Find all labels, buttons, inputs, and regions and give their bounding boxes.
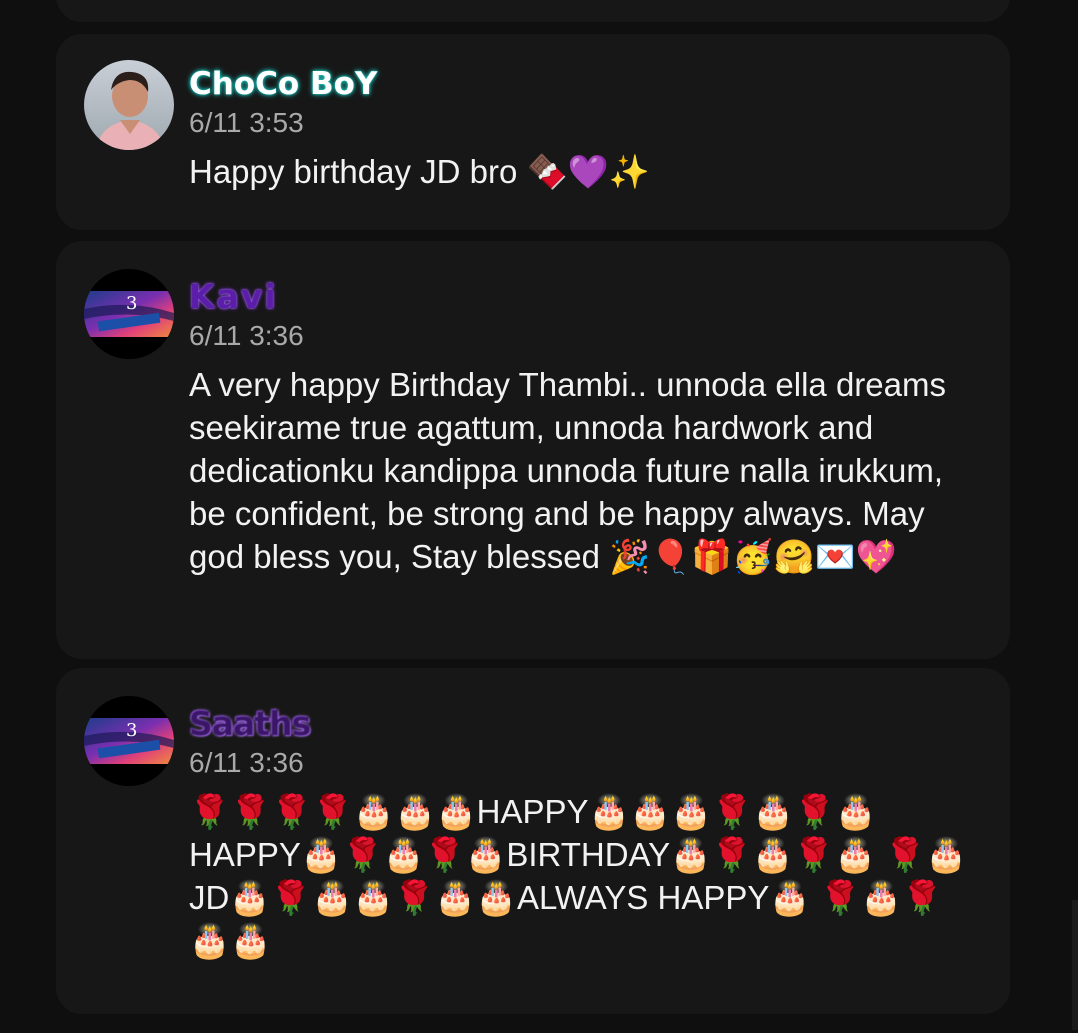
user-photo-avatar-icon: [84, 60, 174, 150]
avatar[interactable]: [84, 60, 174, 150]
message-meta: ChoCo BoY 6/11 3:53 Happy birthday JD br…: [189, 64, 970, 193]
message-text: Happy birthday JD bro 🍫💜✨: [189, 153, 650, 190]
avatar[interactable]: 3: [84, 269, 174, 359]
timestamp: 6/11 3:36: [189, 747, 304, 778]
message-card[interactable]: 3 Kavi 6/11 3:36 A very happy Birthday T…: [56, 241, 1010, 659]
avatar[interactable]: 3: [84, 696, 174, 786]
message-card[interactable]: ChoCo BoY 6/11 3:53 Happy birthday JD br…: [56, 34, 1010, 230]
svg-text:3: 3: [126, 293, 137, 314]
username[interactable]: Kavi: [189, 277, 970, 317]
message-text: 🌹🌹🌹🌹🎂🎂🎂HAPPY🎂🎂🎂🌹🎂🌹🎂 HAPPY🎂🌹🎂🌹🎂BIRTHDAY🎂🌹…: [189, 793, 967, 959]
username[interactable]: Saaths: [189, 704, 970, 744]
timestamp: 6/11 3:36: [189, 320, 304, 351]
message-feed: ChoCo BoY 6/11 3:53 Happy birthday JD br…: [0, 0, 1078, 1033]
timestamp: 6/11 3:53: [189, 107, 304, 138]
anniversary-badge-avatar-icon: 3: [84, 269, 174, 359]
message-meta: Kavi 6/11 3:36 A very happy Birthday Tha…: [189, 277, 970, 578]
svg-text:3: 3: [126, 720, 137, 741]
previous-message-card: [56, 0, 1010, 22]
username[interactable]: ChoCo BoY: [189, 64, 970, 104]
message-card[interactable]: 3 Saaths 6/11 3:36 🌹🌹🌹🌹🎂🎂🎂HAPPY🎂🎂🎂🌹🎂🌹🎂 H…: [56, 668, 1010, 1014]
scrollbar-edge[interactable]: [1072, 900, 1078, 1030]
anniversary-badge-avatar-icon: 3: [84, 696, 174, 786]
message-meta: Saaths 6/11 3:36 🌹🌹🌹🌹🎂🎂🎂HAPPY🎂🎂🎂🌹🎂🌹🎂 HAP…: [189, 704, 970, 962]
message-text: A very happy Birthday Thambi.. unnoda el…: [189, 366, 946, 575]
